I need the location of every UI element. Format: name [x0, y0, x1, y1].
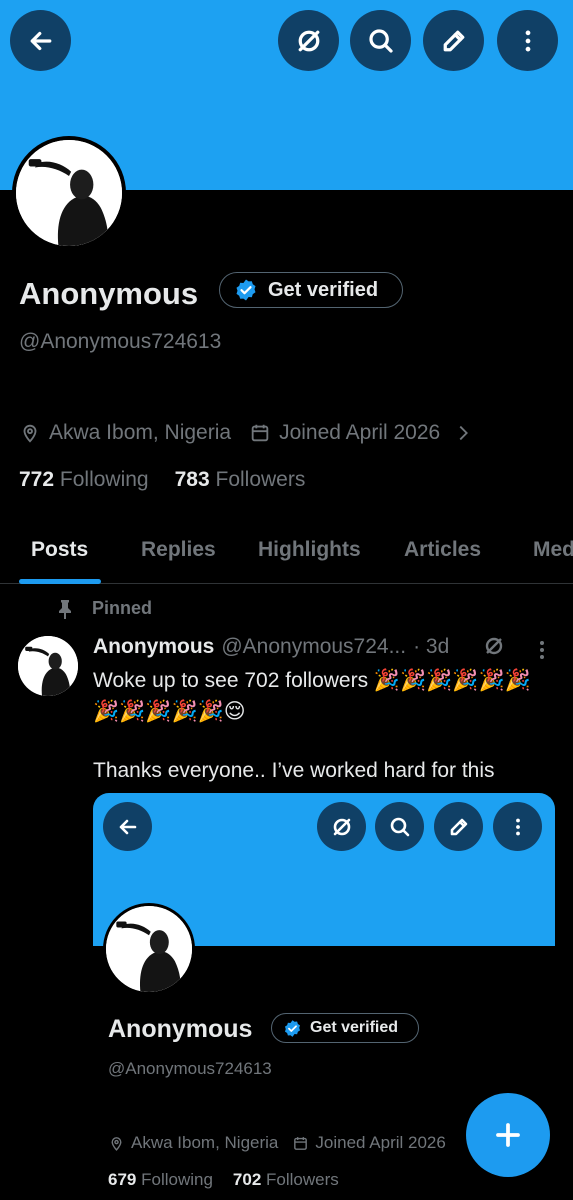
follow-counts: 772 Following 783 Followers	[19, 468, 305, 492]
more-button[interactable]	[497, 10, 558, 71]
embed-profile-handle: @Anonymous724613	[108, 1059, 272, 1078]
more-vertical-icon	[525, 30, 530, 51]
edit-button[interactable]	[423, 10, 484, 71]
pin-icon	[59, 599, 71, 619]
pencil-icon	[443, 30, 464, 51]
location-icon	[108, 1135, 125, 1152]
pencil-icon	[450, 818, 467, 835]
profile-location: Akwa Ibom, Nigeria	[49, 421, 232, 444]
profile-avatar[interactable]	[12, 136, 126, 250]
person-silhouette-icon	[106, 906, 192, 992]
embed-profile-meta: Akwa Ibom, Nigeria Joined April 2026	[108, 1133, 446, 1153]
following-count: 772	[19, 468, 55, 491]
plus-icon	[496, 1123, 520, 1147]
grok-icon	[333, 818, 350, 835]
search-icon	[368, 28, 393, 53]
profile-handle: @Anonymous724613	[19, 330, 222, 353]
embed-joined: Joined April 2026	[315, 1133, 446, 1152]
tab-media[interactable]: Media	[533, 538, 573, 562]
get-verified-label: Get verified	[268, 278, 379, 301]
post-text: Woke up to see 702 followers 🎉🎉🎉🎉🎉🎉 🎉🎉🎉🎉…	[93, 665, 563, 727]
grok-icon	[485, 637, 503, 655]
calendar-icon	[249, 422, 271, 444]
post-author-name[interactable]: Anonymous	[93, 635, 214, 659]
embed-location: Akwa Ibom, Nigeria	[131, 1133, 279, 1152]
chevron-right-icon[interactable]	[452, 422, 474, 444]
person-silhouette-icon	[16, 140, 122, 246]
following-label: Following	[59, 468, 149, 491]
embed-edit-button	[434, 802, 483, 851]
embed-avatar	[103, 903, 195, 995]
embed-followers-label: Followers	[266, 1170, 339, 1189]
back-button[interactable]	[10, 10, 71, 71]
followers-count: 783	[174, 468, 210, 491]
embed-get-verified: Get verified	[271, 1013, 419, 1043]
more-vertical-icon	[515, 818, 520, 835]
post-header: Anonymous @Anonymous724... · 3d	[93, 635, 449, 659]
get-verified-button[interactable]: Get verified	[219, 272, 403, 308]
post-author-handle[interactable]: @Anonymous724...	[221, 635, 406, 659]
profile-joined: Joined April 2026	[279, 421, 441, 444]
followers-link[interactable]: 783 Followers	[175, 468, 306, 492]
embed-back-button	[103, 802, 152, 851]
post-text-line: Woke up to see 702 followers 🎉🎉🎉🎉🎉🎉	[93, 669, 531, 692]
embed-profile-name: Anonymous	[108, 1015, 253, 1043]
embed-grok-button	[317, 802, 366, 851]
embed-follow-counts: 679 Following 702 Followers	[108, 1170, 339, 1190]
followers-label: Followers	[215, 468, 306, 491]
post-time[interactable]: · 3d	[413, 635, 449, 659]
person-silhouette-icon	[18, 636, 78, 696]
search-button[interactable]	[350, 10, 411, 71]
embed-get-verified-label: Get verified	[310, 1019, 399, 1036]
compose-fab[interactable]	[466, 1093, 550, 1177]
profile-tabs: Posts Replies Highlights Articles Media	[0, 524, 573, 584]
search-icon	[390, 817, 409, 836]
arrow-left-icon	[119, 819, 136, 834]
calendar-icon	[292, 1135, 309, 1152]
post-grok-button[interactable]	[482, 634, 506, 658]
profile-name: Anonymous	[19, 276, 199, 311]
tab-posts[interactable]: Posts	[31, 538, 88, 562]
pinned-label: Pinned	[92, 598, 153, 618]
tab-replies[interactable]: Replies	[141, 538, 216, 562]
embed-search-button	[375, 802, 424, 851]
tab-highlights[interactable]: Highlights	[258, 538, 361, 562]
embed-following-count: 679	[108, 1170, 137, 1189]
arrow-left-icon	[30, 31, 51, 50]
active-tab-indicator	[19, 579, 101, 584]
location-icon	[19, 422, 41, 444]
profile-meta: Akwa Ibom, Nigeria Joined April 2026	[19, 421, 482, 445]
avatar-image	[16, 140, 122, 246]
post-text-paragraph: Thanks everyone.. I’ve worked hard for t…	[93, 759, 495, 782]
following-link[interactable]: 772 Following	[19, 468, 149, 492]
embed-following-label: Following	[141, 1170, 213, 1189]
embed-more-button	[493, 802, 542, 851]
post-author-avatar[interactable]	[18, 636, 78, 696]
post-text-line: 🎉🎉🎉🎉🎉😌	[93, 700, 246, 723]
grok-icon	[298, 30, 319, 51]
verified-badge-icon	[236, 279, 256, 301]
verified-badge-icon	[284, 1019, 301, 1037]
pinned-indicator: Pinned	[56, 598, 152, 619]
grok-button[interactable]	[278, 10, 339, 71]
embed-followers-count: 702	[232, 1170, 262, 1189]
tab-articles[interactable]: Articles	[404, 538, 481, 562]
post-more-button[interactable]	[532, 638, 552, 662]
